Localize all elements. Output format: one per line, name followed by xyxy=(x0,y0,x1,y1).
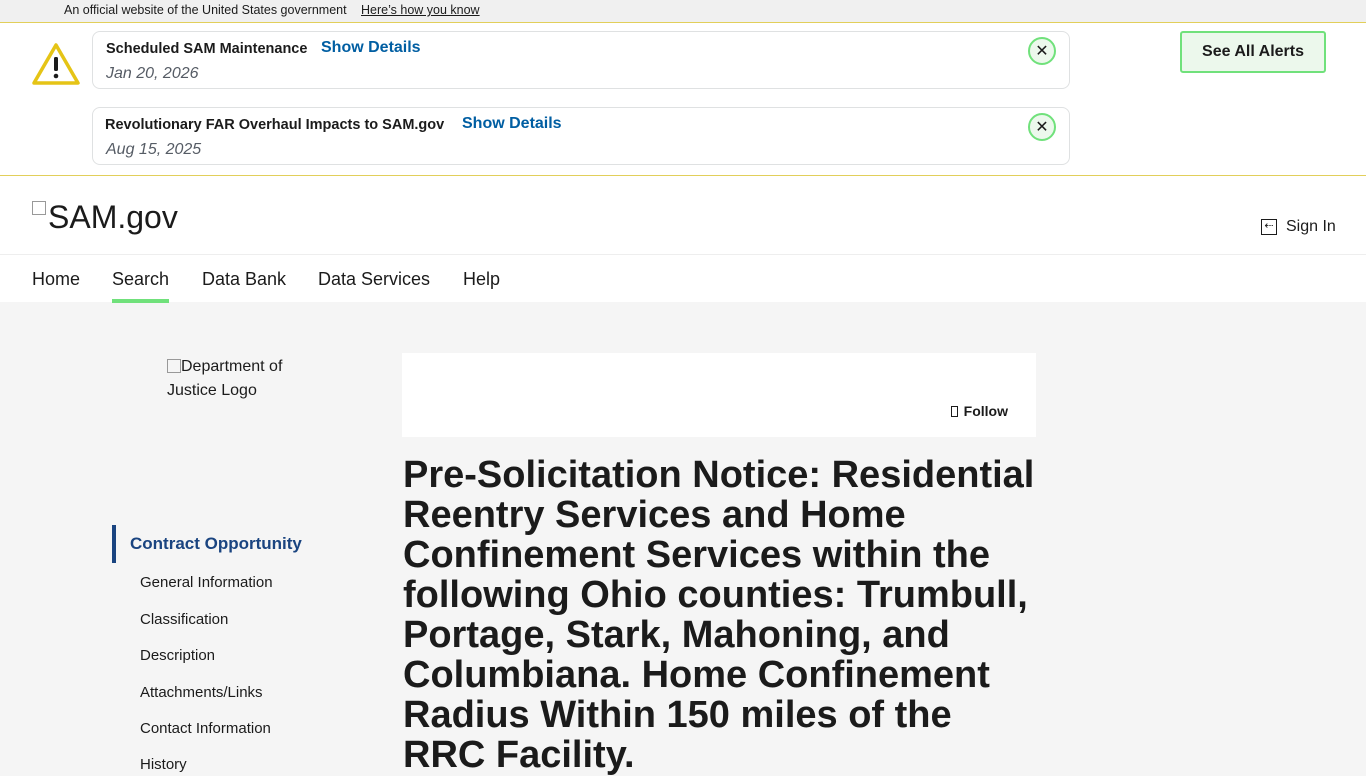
nav-item-data-bank[interactable]: Data Bank xyxy=(202,269,286,290)
warning-triangle-icon xyxy=(32,43,80,85)
side-nav-item-description[interactable]: Description xyxy=(140,647,215,664)
side-nav: Contract Opportunity General Information… xyxy=(112,525,352,773)
show-details-link[interactable]: Show Details xyxy=(462,115,562,133)
gov-banner: An official website of the United States… xyxy=(0,0,1366,23)
alert-date: Aug 15, 2025 xyxy=(106,141,202,158)
side-nav-item-history[interactable]: History xyxy=(140,756,187,773)
see-all-alerts-button[interactable]: See All Alerts xyxy=(1180,31,1326,73)
nav-item-help[interactable]: Help xyxy=(463,269,500,290)
close-icon: ✕ xyxy=(1035,43,1049,60)
show-details-link[interactable]: Show Details xyxy=(321,39,421,57)
sign-in-button[interactable]: ⇠ Sign In xyxy=(1261,218,1336,236)
main-nav: Home Search Data Bank Data Services Help xyxy=(0,255,1366,303)
agency-logo: Department of Justice Logo xyxy=(167,355,327,403)
sign-in-label: Sign In xyxy=(1286,218,1336,235)
alert-date: Jan 20, 2026 xyxy=(106,65,199,82)
bookmark-icon xyxy=(950,406,958,417)
alert-title: Revolutionary FAR Overhaul Impacts to SA… xyxy=(105,117,445,133)
close-alert-button[interactable]: ✕ xyxy=(1028,37,1056,65)
alert-title: Scheduled SAM Maintenance xyxy=(106,41,308,57)
broken-image-icon xyxy=(32,201,46,215)
side-nav-item-general-information[interactable]: General Information xyxy=(140,574,273,591)
nav-item-home[interactable]: Home xyxy=(32,269,80,290)
nav-item-search[interactable]: Search xyxy=(112,269,170,303)
sign-in-icon: ⇠ xyxy=(1261,219,1277,235)
alerts-panel: Scheduled SAM Maintenance Show Details J… xyxy=(0,23,1366,176)
alert-card: Scheduled SAM Maintenance Show Details J… xyxy=(92,31,1070,89)
sam-gov-logo[interactable]: SAM.gov xyxy=(32,199,178,236)
agency-logo-alt: Department of Justice Logo xyxy=(167,358,283,399)
logo-alt-text: SAM.gov xyxy=(48,199,178,235)
page-title: Pre-Solicitation Notice: Residential Ree… xyxy=(403,454,1035,776)
alert-card: Revolutionary FAR Overhaul Impacts to SA… xyxy=(92,107,1070,165)
follow-label: Follow xyxy=(963,403,1008,419)
side-nav-contract-opportunity[interactable]: Contract Opportunity xyxy=(112,525,352,563)
gov-banner-text: An official website of the United States… xyxy=(64,3,347,17)
close-icon: ✕ xyxy=(1035,119,1049,136)
heres-how-you-know-link[interactable]: Here’s how you know xyxy=(361,3,480,17)
site-header: SAM.gov ⇠ Sign In xyxy=(0,176,1366,255)
follow-button[interactable]: Follow xyxy=(950,403,1008,419)
close-alert-button[interactable]: ✕ xyxy=(1028,113,1056,141)
side-nav-item-classification[interactable]: Classification xyxy=(140,611,228,628)
follow-card: Follow xyxy=(402,353,1036,437)
side-nav-item-contact-information[interactable]: Contact Information xyxy=(140,720,271,737)
side-nav-item-attachments-links[interactable]: Attachments/Links xyxy=(140,684,263,701)
nav-item-data-services[interactable]: Data Services xyxy=(318,269,430,290)
broken-image-icon xyxy=(167,359,181,373)
